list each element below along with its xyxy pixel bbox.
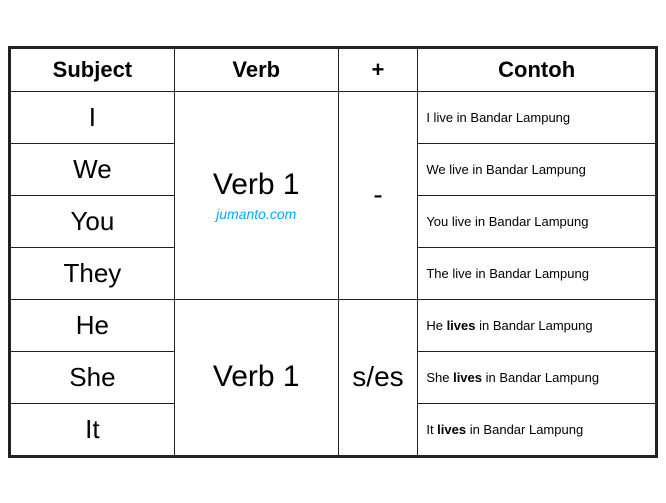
- subject-You: You: [11, 195, 175, 247]
- grammar-table: Subject Verb + Contoh I Verb 1 jumanto.c…: [8, 46, 658, 458]
- table-row: I Verb 1 jumanto.com - I live in Bandar …: [11, 91, 656, 143]
- header-contoh: Contoh: [418, 48, 656, 91]
- subject-They: They: [11, 247, 175, 299]
- contoh-They: The live in Bandar Lampung: [418, 247, 656, 299]
- brand-label: jumanto.com: [179, 206, 334, 222]
- subject-We: We: [11, 143, 175, 195]
- verb1-label: Verb 1: [213, 168, 300, 201]
- subject-He: He: [11, 299, 175, 351]
- subject-It: It: [11, 403, 175, 455]
- contoh-We: We live in Bandar Lampung: [418, 143, 656, 195]
- table-row: He Verb 1 s/es He lives in Bandar Lampun…: [11, 299, 656, 351]
- contoh-She: She lives in Bandar Lampung: [418, 351, 656, 403]
- verb-group2: Verb 1: [174, 299, 338, 455]
- contoh-It: It lives in Bandar Lampung: [418, 403, 656, 455]
- header-subject: Subject: [11, 48, 175, 91]
- verb1-label-2: Verb 1: [213, 360, 300, 393]
- contoh-You: You live in Bandar Lampung: [418, 195, 656, 247]
- header-plus: +: [338, 48, 418, 91]
- subject-She: She: [11, 351, 175, 403]
- contoh-He: He lives in Bandar Lampung: [418, 299, 656, 351]
- plus-group2: s/es: [338, 299, 418, 455]
- verb-group1: Verb 1 jumanto.com: [174, 91, 338, 299]
- header-verb: Verb: [174, 48, 338, 91]
- header-row: Subject Verb + Contoh: [11, 48, 656, 91]
- subject-I: I: [11, 91, 175, 143]
- plus-group1: -: [338, 91, 418, 299]
- contoh-I: I live in Bandar Lampung: [418, 91, 656, 143]
